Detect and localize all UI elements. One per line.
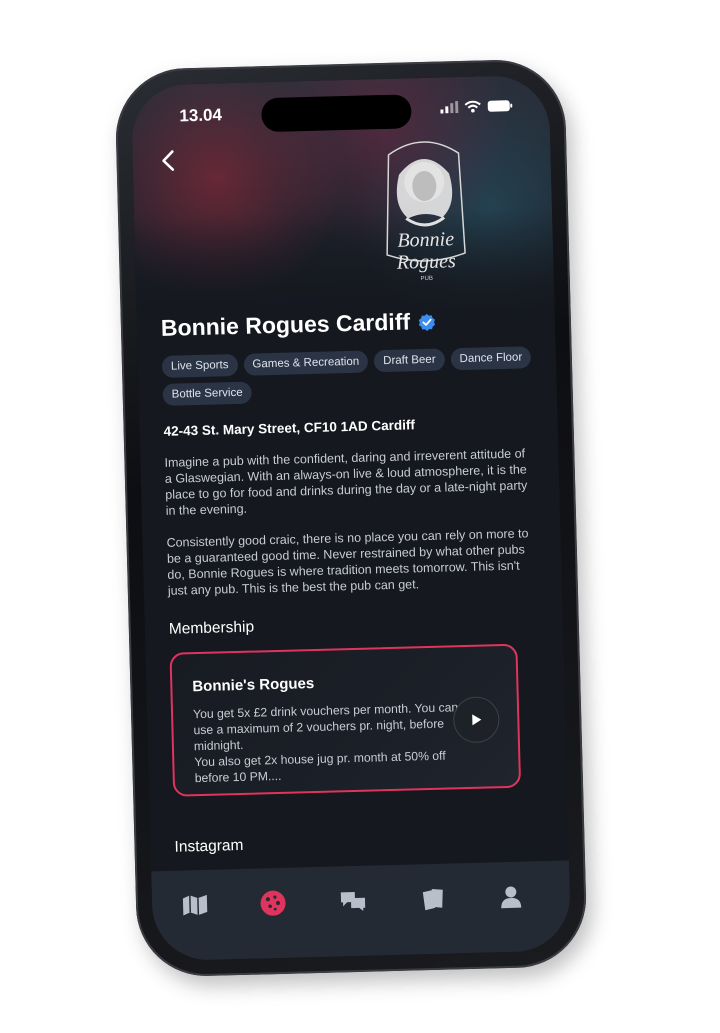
tab-tickets[interactable] (418, 884, 449, 915)
tag-list: Live Sports Games & Recreation Draft Bee… (161, 346, 533, 406)
tab-map[interactable] (180, 890, 211, 921)
status-icons (440, 100, 513, 114)
svg-text:Rogues: Rogues (396, 250, 457, 274)
wifi-icon (464, 100, 481, 113)
tag-chip[interactable]: Games & Recreation (243, 350, 369, 376)
signal-icon (440, 101, 459, 114)
membership-heading: Membership (168, 618, 255, 638)
description-paragraph: Consistently good craic, there is no pla… (166, 526, 529, 598)
back-arrow-icon[interactable] (154, 146, 183, 175)
tag-chip[interactable]: Dance Floor (450, 346, 532, 371)
explore-icon (260, 890, 286, 916)
venue-name: Bonnie Rogues Cardiff (160, 308, 411, 341)
membership-card-title: Bonnie's Rogues (192, 675, 315, 696)
tickets-icon (422, 889, 443, 911)
verified-badge-icon (418, 313, 436, 331)
status-time: 13.04 (179, 105, 223, 126)
venue-address: 42-43 St. Mary Street, CF10 1AD Cardiff (163, 417, 416, 439)
profile-icon (501, 886, 522, 909)
tag-chip[interactable]: Draft Beer (373, 348, 445, 373)
instagram-heading: Instagram (174, 836, 244, 856)
bottom-tab-bar (151, 860, 572, 962)
svg-text:PUB: PUB (421, 276, 433, 282)
venue-details: Bonnie Rogues Cardiff Live Sports Games … (161, 305, 553, 797)
venue-logo: Bonnie Rogues PUB (386, 141, 466, 282)
tag-chip[interactable]: Live Sports (161, 353, 238, 378)
tag-chip[interactable]: Bottle Service (162, 381, 252, 406)
membership-card[interactable]: Bonnie's Rogues You get 5x £2 drink vouc… (169, 643, 522, 797)
tab-chat[interactable] (338, 886, 369, 917)
tab-profile[interactable] (496, 882, 527, 913)
phone-frame: 13.04 Bonnie Rogues PUB Bonnie Rogues Ca… (114, 58, 588, 978)
dynamic-island (260, 94, 412, 133)
app-screen: 13.04 Bonnie Rogues PUB Bonnie Rogues Ca… (130, 74, 572, 962)
svg-text:Bonnie: Bonnie (397, 228, 454, 251)
chat-icon (340, 892, 366, 911)
play-button[interactable] (452, 696, 500, 744)
battery-icon (487, 100, 513, 112)
tab-explore[interactable] (258, 888, 289, 919)
membership-card-text: You get 5x £2 drink vouchers per month. … (192, 700, 459, 786)
map-icon (182, 894, 208, 916)
description-paragraph: Imagine a pub with the confident, daring… (164, 446, 528, 518)
play-icon (472, 714, 482, 726)
